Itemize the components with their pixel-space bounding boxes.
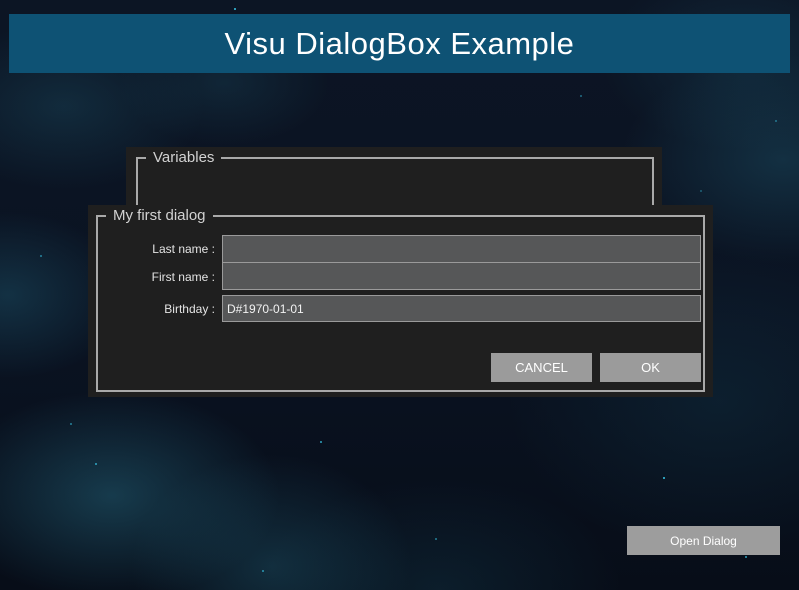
birthday-label: Birthday : — [100, 295, 215, 323]
first-name-label: First name : — [100, 263, 215, 291]
cancel-button[interactable]: CANCEL — [491, 353, 592, 382]
ok-button[interactable]: OK — [600, 353, 701, 382]
dialog-groupbox-label: My first dialog — [106, 207, 213, 224]
page-title: Visu DialogBox Example — [225, 26, 575, 62]
my-first-dialog: My first dialog Last name : First name :… — [88, 205, 713, 397]
variables-groupbox-label: Variables — [146, 149, 221, 166]
last-name-input[interactable] — [222, 235, 701, 263]
birthday-input[interactable] — [222, 295, 701, 322]
first-name-input[interactable] — [222, 262, 701, 290]
title-bar: Visu DialogBox Example — [9, 14, 790, 73]
last-name-label: Last name : — [100, 235, 215, 263]
open-dialog-button[interactable]: Open Dialog — [627, 526, 780, 555]
star-specks — [234, 8, 236, 10]
